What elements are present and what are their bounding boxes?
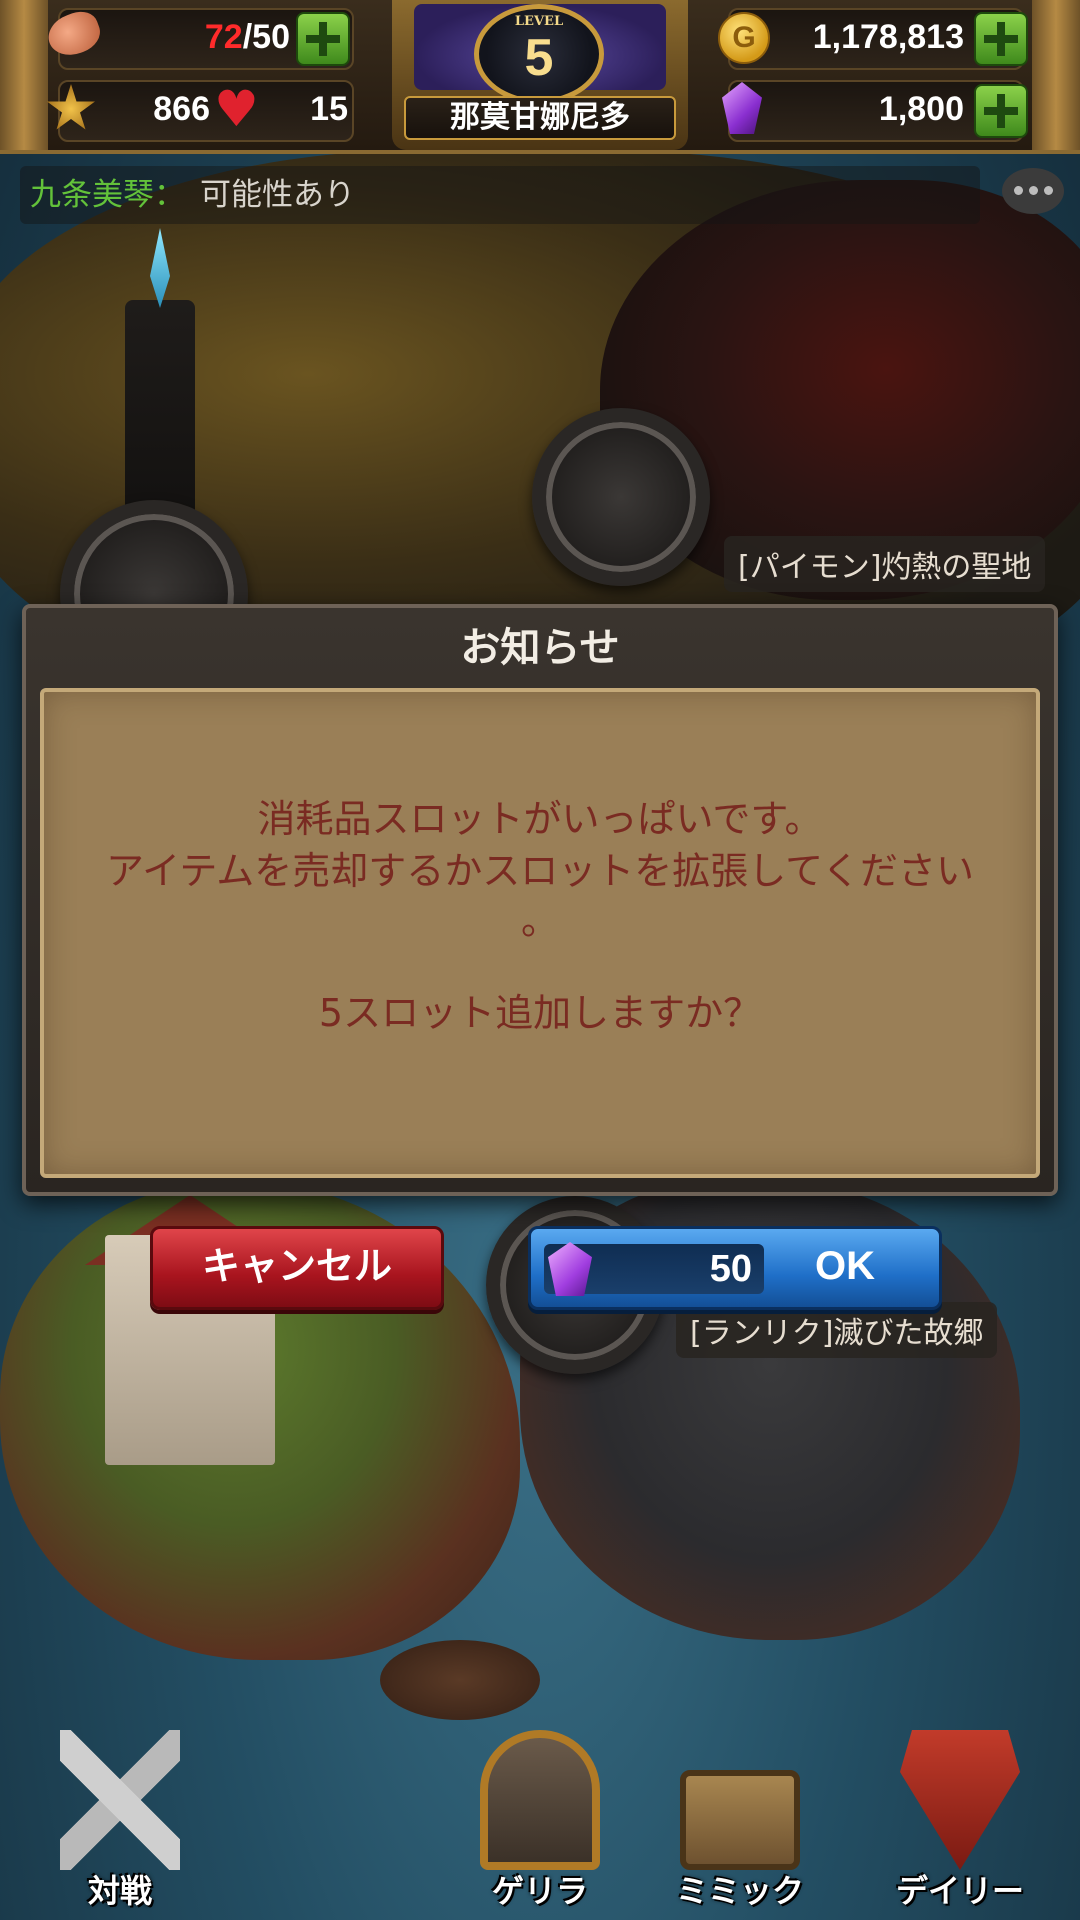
stage-label-ranrik[interactable]: [ランリク]滅びた故郷 — [676, 1302, 998, 1358]
player-name[interactable]: 那莫甘娜尼多 — [404, 96, 676, 140]
nav-mimic[interactable]: ミミック — [640, 1730, 840, 1920]
ok-button-label[interactable]: OK — [780, 1226, 910, 1306]
treasure-chest-icon — [680, 1770, 800, 1870]
nav-mimic-label: ミミック — [675, 1872, 804, 1910]
dialog-question: 5スロット追加しますか？ — [318, 991, 762, 1035]
stage-node-paimon[interactable] — [532, 408, 710, 586]
chat-bubble-icon[interactable] — [1002, 168, 1064, 214]
hud-ornament-right — [1032, 0, 1080, 150]
nav-daily[interactable]: デイリー — [860, 1730, 1060, 1920]
gold-value: 1,178,813 — [812, 18, 964, 56]
ok-cost-value: 50 — [709, 1248, 752, 1290]
dialog-message-line-2: アイテムを売却するかスロットを拡張してください — [106, 849, 974, 893]
dialog-message-line-3: 。 — [520, 899, 559, 943]
nav-guerrilla[interactable]: ゲリラ — [440, 1730, 640, 1920]
nav-guerrilla-label: ゲリラ — [491, 1872, 588, 1910]
gold-coin-icon: G — [718, 12, 770, 64]
gem-value: 1,800 — [878, 90, 964, 128]
nav-battle[interactable]: 対戦 — [20, 1730, 220, 1920]
add-gold-button[interactable] — [974, 12, 1028, 66]
level-number: 5 — [524, 29, 554, 87]
nav-daily-label: デイリー — [895, 1872, 1024, 1910]
stamina-max: 50 — [252, 18, 290, 56]
hearts-value: 15 — [310, 90, 348, 128]
crossed-swords-icon — [60, 1730, 180, 1870]
add-gem-button[interactable] — [974, 84, 1028, 138]
cancel-button-label[interactable]: キャンセル — [150, 1226, 444, 1306]
hud-ornament-left — [0, 0, 48, 150]
heart-icon[interactable]: ♥ — [214, 84, 259, 134]
chat-message: 可能性あり — [200, 177, 355, 213]
stamina-value: 72/50 — [180, 8, 290, 66]
add-stamina-button[interactable] — [296, 12, 350, 66]
level-word: LEVEL — [514, 14, 564, 29]
stamina-separator: / — [242, 18, 253, 56]
chat-sender: 九条美琴： — [30, 177, 185, 213]
gate-icon — [480, 1730, 600, 1870]
stamina-current: 72 — [204, 18, 243, 56]
nav-battle-label: 対戦 — [87, 1872, 152, 1910]
stage-label-paimon[interactable]: [パイモン]灼熱の聖地 — [724, 536, 1046, 592]
winged-shield-icon — [900, 1730, 1020, 1870]
small-islet — [380, 1640, 540, 1720]
rank-points-value: 866 — [153, 90, 210, 128]
dialog-title: お知らせ — [460, 625, 620, 671]
dialog-message-line-1: 消耗品スロットがいっぱいです。 — [257, 797, 823, 841]
